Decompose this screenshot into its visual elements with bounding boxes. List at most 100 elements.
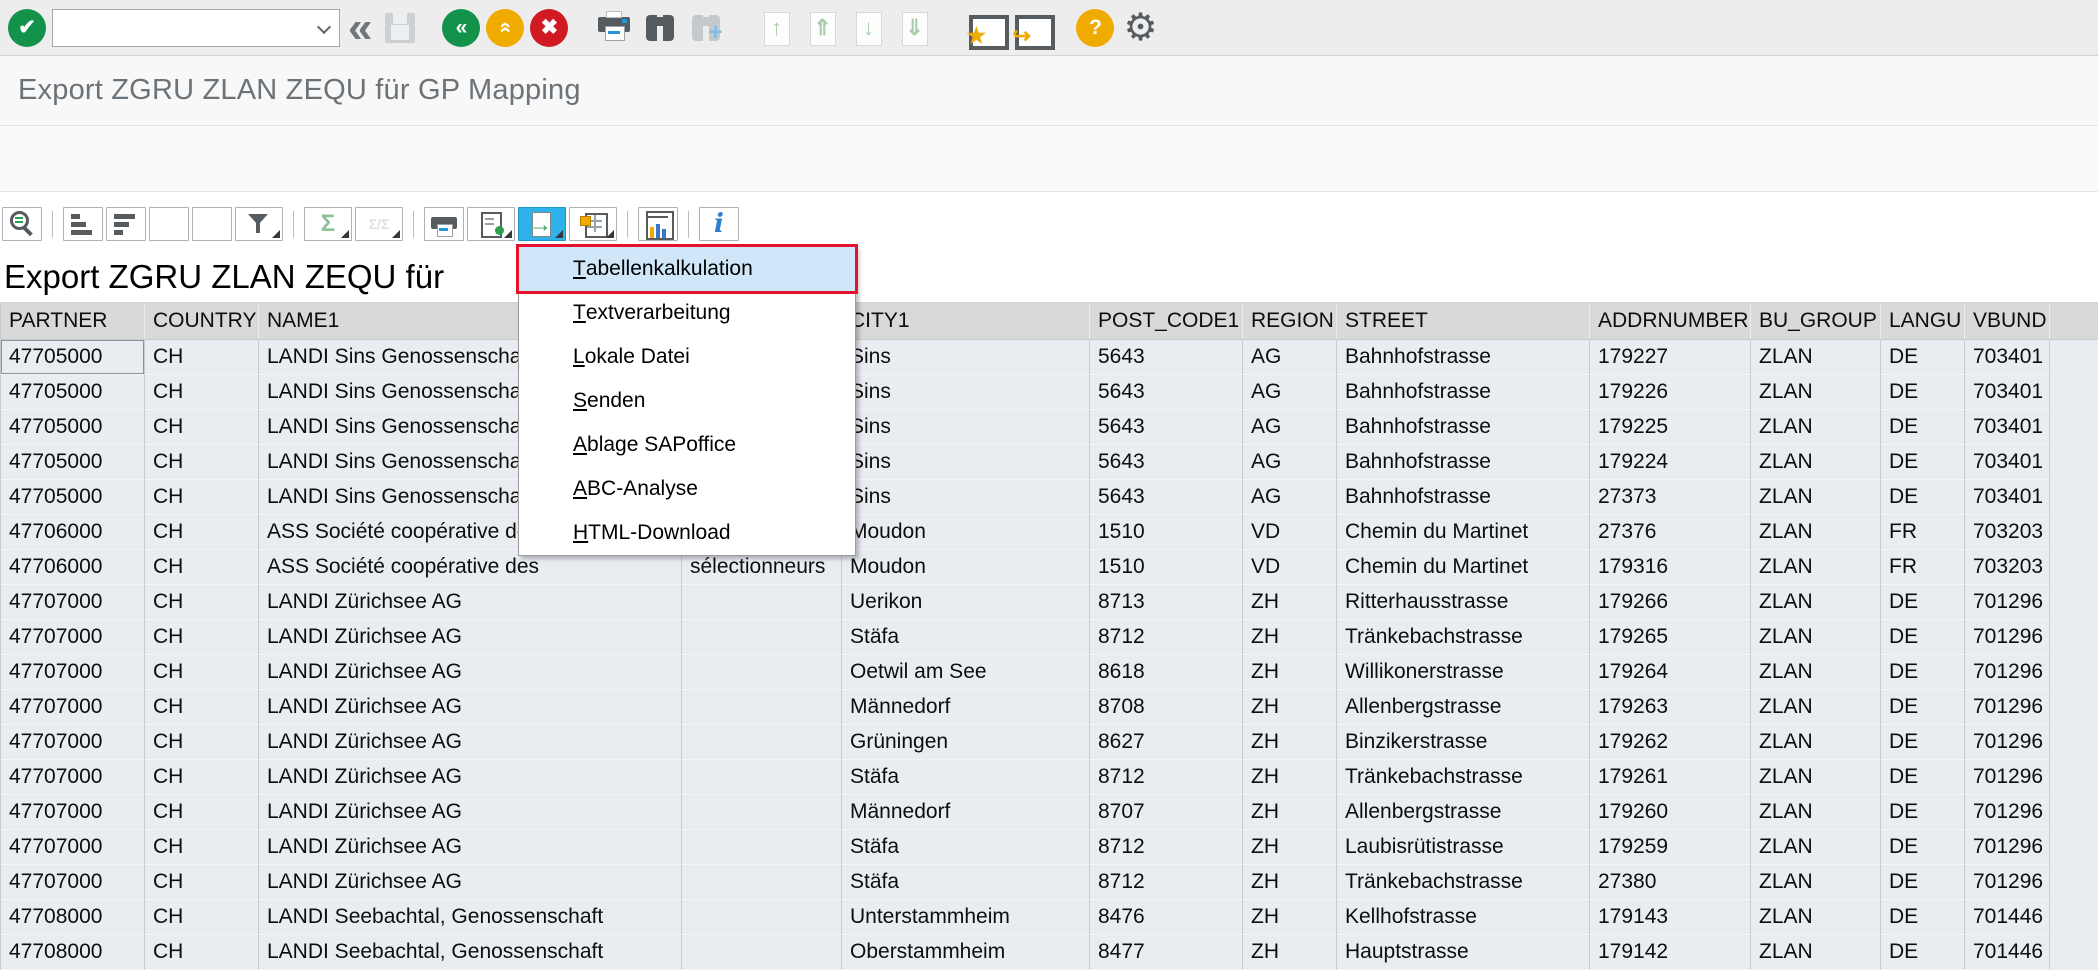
table-cell[interactable]: 703203 <box>1965 515 2050 550</box>
table-cell[interactable]: Willikonerstrasse <box>1337 655 1590 690</box>
table-cell[interactable]: Männedorf <box>842 690 1090 725</box>
table-cell[interactable]: DE <box>1881 935 1965 970</box>
table-cell[interactable]: Bahnhofstrasse <box>1337 410 1590 445</box>
table-cell[interactable]: Sins <box>842 445 1090 480</box>
command-field[interactable] <box>53 10 339 46</box>
customize-icon[interactable]: ⚙ <box>1120 8 1160 48</box>
table-cell[interactable]: Bahnhofstrasse <box>1337 375 1590 410</box>
table-cell[interactable]: ZLAN <box>1751 515 1881 550</box>
table-cell[interactable]: ZLAN <box>1751 725 1881 760</box>
header-cell-vbund[interactable]: VBUND <box>1965 303 2050 339</box>
table-cell[interactable]: Grüningen <box>842 725 1090 760</box>
table-cell[interactable]: LANDI Zürichsee AG <box>259 585 682 620</box>
table-cell[interactable]: ZH <box>1243 935 1337 970</box>
table-cell[interactable]: 8618 <box>1090 655 1243 690</box>
table-cell[interactable]: CH <box>145 935 259 970</box>
table-cell[interactable]: ZLAN <box>1751 585 1881 620</box>
back-icon[interactable]: « <box>442 9 480 47</box>
table-cell[interactable]: CH <box>145 690 259 725</box>
table-cell[interactable]: LANDI Zürichsee AG <box>259 830 682 865</box>
table-cell[interactable]: 703401 <box>1965 445 2050 480</box>
print-button[interactable] <box>424 207 464 241</box>
table-cell[interactable]: CH <box>145 375 259 410</box>
header-cell-street[interactable]: STREET <box>1337 303 1590 339</box>
table-cell[interactable]: ZH <box>1243 865 1337 900</box>
table-cell[interactable]: ZLAN <box>1751 795 1881 830</box>
table-cell[interactable]: CH <box>145 515 259 550</box>
table-cell[interactable]: LANDI Zürichsee AG <box>259 865 682 900</box>
table-cell[interactable]: ZH <box>1243 690 1337 725</box>
table-cell[interactable] <box>682 935 842 970</box>
table-cell[interactable]: CH <box>145 480 259 515</box>
table-cell[interactable]: 701296 <box>1965 585 2050 620</box>
sum-button[interactable]: Σ <box>304 207 352 241</box>
table-cell[interactable]: ZH <box>1243 655 1337 690</box>
table-cell[interactable]: Chemin du Martinet <box>1337 550 1590 585</box>
table-cell[interactable]: 179261 <box>1590 760 1751 795</box>
sort-descending-button[interactable] <box>106 207 146 241</box>
table-cell[interactable]: 179224 <box>1590 445 1751 480</box>
table-cell[interactable]: Tränkebachstrasse <box>1337 620 1590 655</box>
table-cell[interactable]: 47707000 <box>0 690 145 725</box>
table-cell[interactable]: 701296 <box>1965 865 2050 900</box>
export-button[interactable] <box>518 207 566 241</box>
table-cell[interactable]: ZH <box>1243 830 1337 865</box>
table-cell[interactable]: Allenbergstrasse <box>1337 690 1590 725</box>
table-cell[interactable]: 5643 <box>1090 375 1243 410</box>
table-cell[interactable]: LANDI Zürichsee AG <box>259 655 682 690</box>
find-icon[interactable] <box>640 8 680 48</box>
table-cell[interactable]: Stäfa <box>842 865 1090 900</box>
table-cell[interactable]: 701296 <box>1965 725 2050 760</box>
table-cell[interactable]: DE <box>1881 375 1965 410</box>
table-cell[interactable]: 179227 <box>1590 340 1751 375</box>
table-cell[interactable]: LANDI Zürichsee AG <box>259 690 682 725</box>
table-cell[interactable]: LANDI Zürichsee AG <box>259 760 682 795</box>
table-cell[interactable]: 701296 <box>1965 690 2050 725</box>
table-cell[interactable]: 27376 <box>1590 515 1751 550</box>
table-cell[interactable]: AG <box>1243 445 1337 480</box>
table-cell[interactable]: 701296 <box>1965 830 2050 865</box>
table-cell[interactable]: 47705000 <box>0 340 145 375</box>
table-cell[interactable]: ZH <box>1243 725 1337 760</box>
table-cell[interactable]: 1510 <box>1090 515 1243 550</box>
table-cell[interactable]: 47707000 <box>0 620 145 655</box>
table-cell[interactable]: Sins <box>842 410 1090 445</box>
table-cell[interactable]: DE <box>1881 795 1965 830</box>
collapse-toolbar-icon[interactable]: « <box>348 9 372 47</box>
table-cell[interactable]: 47707000 <box>0 585 145 620</box>
table-cell[interactable]: 179226 <box>1590 375 1751 410</box>
table-cell[interactable]: 1510 <box>1090 550 1243 585</box>
table-cell[interactable]: 179143 <box>1590 900 1751 935</box>
details-button[interactable] <box>2 207 42 241</box>
table-cell[interactable]: CH <box>145 620 259 655</box>
table-cell[interactable]: 47707000 <box>0 795 145 830</box>
menu-item[interactable]: Textverarbeitung <box>519 291 855 335</box>
table-cell[interactable]: 47707000 <box>0 830 145 865</box>
views-button[interactable] <box>467 207 515 241</box>
table-cell[interactable]: DE <box>1881 655 1965 690</box>
table-cell[interactable] <box>682 585 842 620</box>
table-cell[interactable]: 179262 <box>1590 725 1751 760</box>
header-cell-city1[interactable]: CITY1 <box>842 303 1090 339</box>
print-icon[interactable] <box>594 8 634 48</box>
table-cell[interactable]: 47706000 <box>0 550 145 585</box>
table-cell[interactable]: CH <box>145 725 259 760</box>
table-cell[interactable]: ZLAN <box>1751 690 1881 725</box>
table-cell[interactable]: ZLAN <box>1751 865 1881 900</box>
header-cell-region[interactable]: REGION <box>1243 303 1337 339</box>
table-cell[interactable]: 701446 <box>1965 935 2050 970</box>
table-cell[interactable]: 47708000 <box>0 900 145 935</box>
table-cell[interactable]: VD <box>1243 515 1337 550</box>
table-cell[interactable]: AG <box>1243 340 1337 375</box>
table-cell[interactable]: ZLAN <box>1751 830 1881 865</box>
table-cell[interactable]: ZH <box>1243 585 1337 620</box>
table-cell[interactable]: 47705000 <box>0 445 145 480</box>
menu-item[interactable]: Ablage SAPoffice <box>519 423 855 467</box>
table-cell[interactable]: ZLAN <box>1751 375 1881 410</box>
table-cell[interactable] <box>682 830 842 865</box>
header-cell-langu[interactable]: LANGU <box>1881 303 1965 339</box>
table-cell[interactable]: 8476 <box>1090 900 1243 935</box>
table-cell[interactable]: 8713 <box>1090 585 1243 620</box>
menu-item[interactable]: Senden <box>519 379 855 423</box>
shortcut-icon[interactable]: ↪ <box>1010 8 1050 48</box>
